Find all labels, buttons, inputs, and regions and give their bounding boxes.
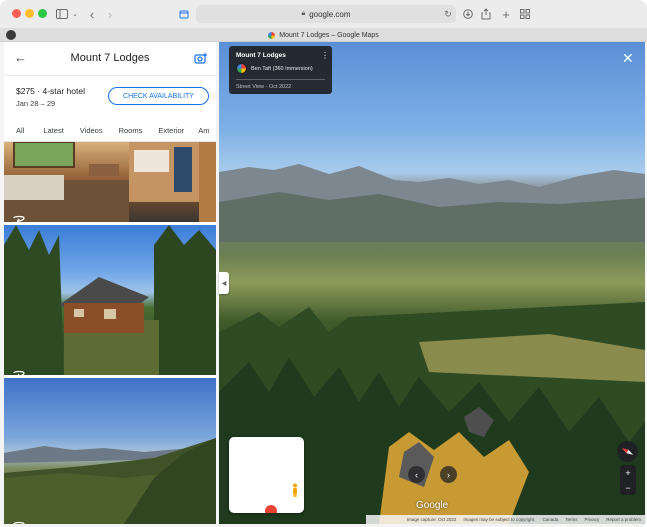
url-text: google.com (309, 9, 351, 19)
tab-title: Mount 7 Lodges – Google Maps (279, 31, 379, 39)
privacy-link[interactable]: Privacy (584, 517, 599, 522)
share-icon[interactable] (480, 5, 492, 23)
photo-interior[interactable] (4, 142, 216, 222)
hotel-price: $275 · 4-star hotel (16, 86, 85, 96)
country-link[interactable]: Canada (542, 517, 558, 522)
zoom-controls: + − (620, 465, 636, 495)
filter-tab-latest[interactable]: Latest (43, 126, 63, 135)
card-divider (236, 79, 325, 80)
photo-cabin[interactable] (4, 225, 216, 375)
add-photo-icon[interactable] (194, 51, 208, 64)
photo-filter-tabs: All Latest Videos Rooms Exterior Am (4, 120, 216, 142)
back-nav-icon[interactable]: ‹ (87, 5, 97, 23)
zoom-in-button[interactable]: + (620, 465, 636, 480)
image-capture-date: Image capture: Oct 2022 (406, 517, 457, 522)
active-tab[interactable]: Mount 7 Lodges – Google Maps (0, 28, 647, 42)
pegman-icon[interactable] (291, 483, 299, 497)
tab-bar: Mount 7 Lodges – Google Maps (0, 28, 647, 42)
address-bar[interactable]: 🔒︎ google.com (196, 5, 456, 23)
close-street-view-icon[interactable]: ✕ (622, 50, 634, 67)
minimap[interactable] (229, 437, 304, 513)
place-panel: ← Mount 7 Lodges $275 · 4-star hotel Jan… (4, 42, 216, 524)
panorama-360-icon (12, 210, 26, 222)
zoom-out-button[interactable]: − (620, 480, 636, 495)
copyright-notice: Images may be subject to copyright. (463, 517, 536, 522)
google-favicon-icon (268, 31, 276, 39)
filter-tab-videos[interactable]: Videos (80, 126, 103, 135)
filter-tab-amenities[interactable]: Am (198, 126, 209, 135)
minimize-window-button[interactable] (25, 9, 34, 18)
nav-left-arrow[interactable]: ‹ (408, 466, 425, 483)
privacy-shield-icon[interactable] (178, 5, 190, 23)
mountain-range (219, 164, 645, 242)
terms-link[interactable]: Terms (565, 517, 577, 522)
reload-icon[interactable]: ↻ (443, 5, 453, 23)
tab-overview-icon[interactable] (519, 5, 531, 23)
filter-tab-exterior[interactable]: Exterior (158, 126, 184, 135)
street-view-info-card: Mount 7 Lodges ⋮ Ben Taft (360 Immersion… (229, 46, 332, 94)
panel-header: ← Mount 7 Lodges (4, 42, 216, 76)
lock-icon: 🔒︎ (301, 10, 306, 17)
contributor-avatar[interactable] (236, 63, 247, 74)
panorama-360-icon (12, 365, 26, 375)
downloads-icon[interactable] (462, 5, 474, 23)
title-bar: ⌄ ‹ › 🔒︎ google.com ↻ + (0, 0, 647, 28)
stay-dates[interactable]: Jan 28 – 29 (16, 99, 55, 108)
check-availability-button[interactable]: CHECK AVAILABILITY (108, 87, 209, 105)
new-tab-icon[interactable]: + (500, 5, 512, 23)
forward-nav-icon[interactable]: › (105, 5, 115, 23)
filter-tab-all[interactable]: All (16, 126, 24, 135)
photo-aerial[interactable] (4, 378, 216, 524)
panorama-360-icon (12, 516, 26, 524)
attribution-bar: Image capture: Oct 2022 Images may be su… (366, 515, 645, 524)
close-window-button[interactable] (12, 9, 21, 18)
street-view-date: Street View - Oct 2022 (236, 84, 292, 90)
filter-tab-rooms[interactable]: Rooms (119, 126, 143, 135)
location-pin-icon (265, 505, 277, 513)
panel-title: Mount 7 Lodges (70, 52, 150, 64)
nav-right-arrow[interactable]: › (440, 466, 457, 483)
more-options-icon[interactable]: ⋮ (321, 51, 329, 60)
compass-icon[interactable] (617, 441, 638, 462)
contributor-name[interactable]: Ben Taft (360 Immersion) (251, 66, 313, 72)
report-problem-link[interactable]: Report a problem (606, 517, 641, 522)
place-title[interactable]: Mount 7 Lodges (236, 52, 286, 59)
zoom-window-button[interactable] (38, 9, 47, 18)
chevron-down-icon[interactable]: ⌄ (71, 5, 79, 23)
sidebar-toggle-icon[interactable] (55, 5, 69, 23)
collapse-panel-button[interactable]: ◀ (219, 272, 229, 294)
browser-window: ⌄ ‹ › 🔒︎ google.com ↻ + Mount 7 Lodges –… (0, 0, 647, 527)
google-logo: Google (416, 500, 449, 511)
